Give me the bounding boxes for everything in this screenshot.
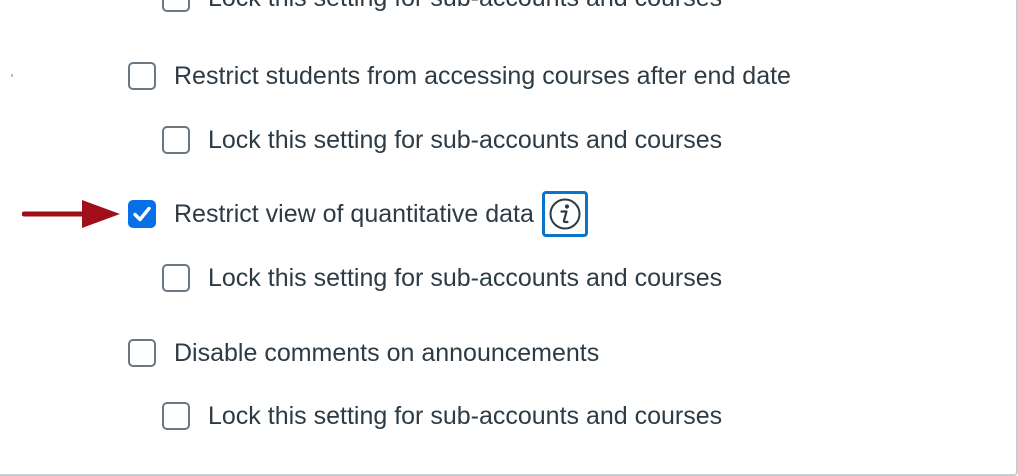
- info-icon: [549, 198, 581, 230]
- setting-disable-comments[interactable]: Disable comments on announcements: [128, 337, 599, 369]
- disable-comments-label: Disable comments on announcements: [174, 339, 600, 367]
- clipped-lock-label: Lock this setting for sub-accounts and c…: [208, 0, 722, 14]
- lock-restrict-end-date-label: Lock this setting for sub-accounts and c…: [208, 126, 723, 154]
- disable-comments-checkbox[interactable]: [128, 339, 156, 367]
- checkmark-icon: [133, 206, 151, 222]
- restrict-end-date-label: Restrict students from accessing courses…: [174, 62, 791, 90]
- restrict-quantitative-label: Restrict view of quantitative data: [174, 200, 534, 228]
- lock-disable-comments-checkbox[interactable]: [162, 402, 190, 430]
- lock-restrict-end-date[interactable]: Lock this setting for sub-accounts and c…: [162, 124, 722, 156]
- lock-restrict-quantitative-checkbox[interactable]: [162, 264, 190, 292]
- lock-disable-comments-label: Lock this setting for sub-accounts and c…: [208, 402, 723, 430]
- clipped-lock-checkbox[interactable]: [162, 0, 190, 12]
- lock-disable-comments[interactable]: Lock this setting for sub-accounts and c…: [162, 400, 722, 432]
- info-button[interactable]: [541, 191, 588, 237]
- setting-restrict-quantitative[interactable]: Restrict view of quantitative data: [128, 191, 588, 237]
- restrict-quantitative-checkbox[interactable]: [128, 200, 156, 228]
- lock-restrict-end-date-checkbox[interactable]: [162, 126, 190, 154]
- restrict-end-date-checkbox[interactable]: [128, 62, 156, 90]
- pointer-arrow-icon: [22, 200, 120, 228]
- edge-mark: [11, 74, 13, 77]
- lock-restrict-quantitative-label: Lock this setting for sub-accounts and c…: [208, 264, 723, 292]
- clipped-lock-row[interactable]: Lock this setting for sub-accounts and c…: [162, 0, 722, 14]
- setting-restrict-end-date[interactable]: Restrict students from accessing courses…: [128, 60, 791, 92]
- lock-restrict-quantitative[interactable]: Lock this setting for sub-accounts and c…: [162, 262, 722, 294]
